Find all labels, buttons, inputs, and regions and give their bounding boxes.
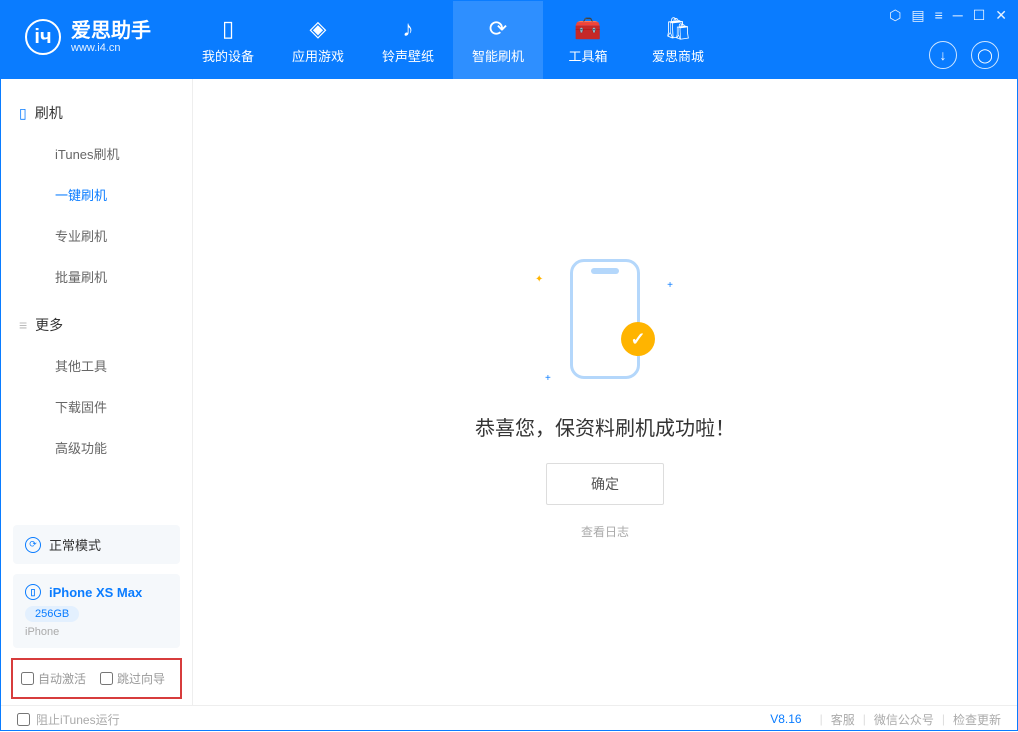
list-icon[interactable]: ▤ bbox=[911, 7, 924, 24]
header-right-icons: ↓ ◯ bbox=[929, 41, 999, 69]
footer-link-update[interactable]: 检查更新 bbox=[953, 711, 1001, 728]
sidebar-item-advanced[interactable]: 高级功能 bbox=[1, 427, 192, 468]
maximize-icon[interactable]: ☐ bbox=[973, 7, 986, 24]
view-log-link[interactable]: 查看日志 bbox=[581, 523, 629, 540]
logo-subtitle: www.i4.cn bbox=[71, 42, 151, 54]
cube-icon: ◈ bbox=[310, 16, 327, 42]
sidebar-item-batch-flash[interactable]: 批量刷机 bbox=[1, 256, 192, 297]
sidebar-item-itunes-flash[interactable]: iTunes刷机 bbox=[1, 133, 192, 174]
user-icon[interactable]: ◯ bbox=[971, 41, 999, 69]
sidebar-section-flash: ▯刷机 iTunes刷机 一键刷机 专业刷机 批量刷机 bbox=[1, 93, 192, 297]
app-header: iч 爱思助手 www.i4.cn ▯我的设备 ◈应用游戏 ♪铃声壁纸 ⟳智能刷… bbox=[1, 1, 1017, 79]
device-dot-icon: ▯ bbox=[25, 584, 41, 600]
logo-text: 爱思助手 www.i4.cn bbox=[71, 20, 151, 54]
minimize-icon[interactable]: ─ bbox=[953, 7, 963, 24]
success-message: 恭喜您，保资料刷机成功啦！ bbox=[475, 412, 735, 441]
music-icon: ♪ bbox=[403, 16, 414, 42]
sidebar-header-more: ≡更多 bbox=[1, 305, 192, 345]
sidebar-header-flash: ▯刷机 bbox=[1, 93, 192, 133]
download-icon[interactable]: ↓ bbox=[929, 41, 957, 69]
bag-icon: 🛍 bbox=[664, 16, 692, 42]
nav-my-device[interactable]: ▯我的设备 bbox=[183, 1, 273, 79]
version-label: V8.16 bbox=[770, 712, 801, 726]
ok-button[interactable]: 确定 bbox=[546, 463, 664, 505]
phone-illustration: ✦ + + ✓ bbox=[505, 244, 705, 394]
main-area: ▯刷机 iTunes刷机 一键刷机 专业刷机 批量刷机 ≡更多 其他工具 下载固… bbox=[1, 79, 1017, 705]
sidebar: ▯刷机 iTunes刷机 一键刷机 专业刷机 批量刷机 ≡更多 其他工具 下载固… bbox=[1, 79, 193, 705]
nav-store[interactable]: 🛍爱思商城 bbox=[633, 1, 723, 79]
phone-graphic bbox=[570, 259, 640, 379]
sparkle-icon: + bbox=[667, 280, 673, 291]
footer-link-wechat[interactable]: 微信公众号 bbox=[874, 711, 934, 728]
logo-icon: iч bbox=[25, 19, 61, 55]
sparkle-icon: ✦ bbox=[535, 274, 543, 285]
sidebar-item-download-firmware[interactable]: 下载固件 bbox=[1, 386, 192, 427]
list-icon: ≡ bbox=[19, 317, 27, 333]
shirt-icon[interactable]: ⬡ bbox=[889, 7, 901, 24]
nav-apps-games[interactable]: ◈应用游戏 bbox=[273, 1, 363, 79]
sidebar-section-more: ≡更多 其他工具 下载固件 高级功能 bbox=[1, 305, 192, 468]
refresh-icon: ⟳ bbox=[489, 16, 507, 42]
nav-toolbox[interactable]: 🧰工具箱 bbox=[543, 1, 633, 79]
close-icon[interactable]: ✕ bbox=[995, 7, 1007, 24]
menu-icon[interactable]: ≡ bbox=[935, 7, 943, 24]
device-type: iPhone bbox=[25, 626, 168, 638]
main-nav: ▯我的设备 ◈应用游戏 ♪铃声壁纸 ⟳智能刷机 🧰工具箱 🛍爱思商城 bbox=[183, 1, 723, 79]
footer-left: 阻止iTunes运行 bbox=[17, 711, 120, 728]
checkbox-auto-activate[interactable]: 自动激活 bbox=[21, 670, 86, 687]
sidebar-item-other-tools[interactable]: 其他工具 bbox=[1, 345, 192, 386]
checkmark-badge-icon: ✓ bbox=[621, 322, 655, 356]
sparkle-icon: + bbox=[545, 373, 551, 384]
phone-icon: ▯ bbox=[19, 105, 27, 122]
logo-title: 爱思助手 bbox=[71, 20, 151, 42]
device-icon: ▯ bbox=[222, 16, 234, 42]
device-name: ▯ iPhone XS Max bbox=[25, 584, 168, 600]
logo-section: iч 爱思助手 www.i4.cn bbox=[1, 1, 163, 55]
sidebar-item-pro-flash[interactable]: 专业刷机 bbox=[1, 215, 192, 256]
checkbox-block-itunes[interactable]: 阻止iTunes运行 bbox=[17, 711, 120, 728]
footer-link-support[interactable]: 客服 bbox=[831, 711, 855, 728]
mode-card[interactable]: ⟳ 正常模式 bbox=[13, 525, 180, 564]
sidebar-item-oneclick-flash[interactable]: 一键刷机 bbox=[1, 174, 192, 215]
toolbox-icon: 🧰 bbox=[574, 16, 601, 42]
device-storage: 256GB bbox=[25, 606, 79, 622]
content-area: ✦ + + ✓ 恭喜您，保资料刷机成功啦！ 确定 查看日志 bbox=[193, 79, 1017, 705]
mode-label: 正常模式 bbox=[49, 535, 101, 554]
device-card[interactable]: ▯ iPhone XS Max 256GB iPhone bbox=[13, 574, 180, 648]
highlighted-checkbox-row: 自动激活 跳过向导 bbox=[11, 658, 182, 699]
checkbox-skip-wizard-input[interactable] bbox=[100, 672, 113, 685]
footer: 阻止iTunes运行 V8.16 | 客服 | 微信公众号 | 检查更新 bbox=[1, 705, 1017, 732]
nav-smart-flash[interactable]: ⟳智能刷机 bbox=[453, 1, 543, 79]
mode-icon: ⟳ bbox=[25, 537, 41, 553]
window-controls: ⬡ ▤ ≡ ─ ☐ ✕ bbox=[889, 7, 1007, 24]
checkbox-block-itunes-input[interactable] bbox=[17, 713, 30, 726]
nav-ringtone-wallpaper[interactable]: ♪铃声壁纸 bbox=[363, 1, 453, 79]
checkbox-skip-wizard[interactable]: 跳过向导 bbox=[100, 670, 165, 687]
checkbox-auto-activate-input[interactable] bbox=[21, 672, 34, 685]
footer-right: V8.16 | 客服 | 微信公众号 | 检查更新 bbox=[770, 711, 1001, 728]
